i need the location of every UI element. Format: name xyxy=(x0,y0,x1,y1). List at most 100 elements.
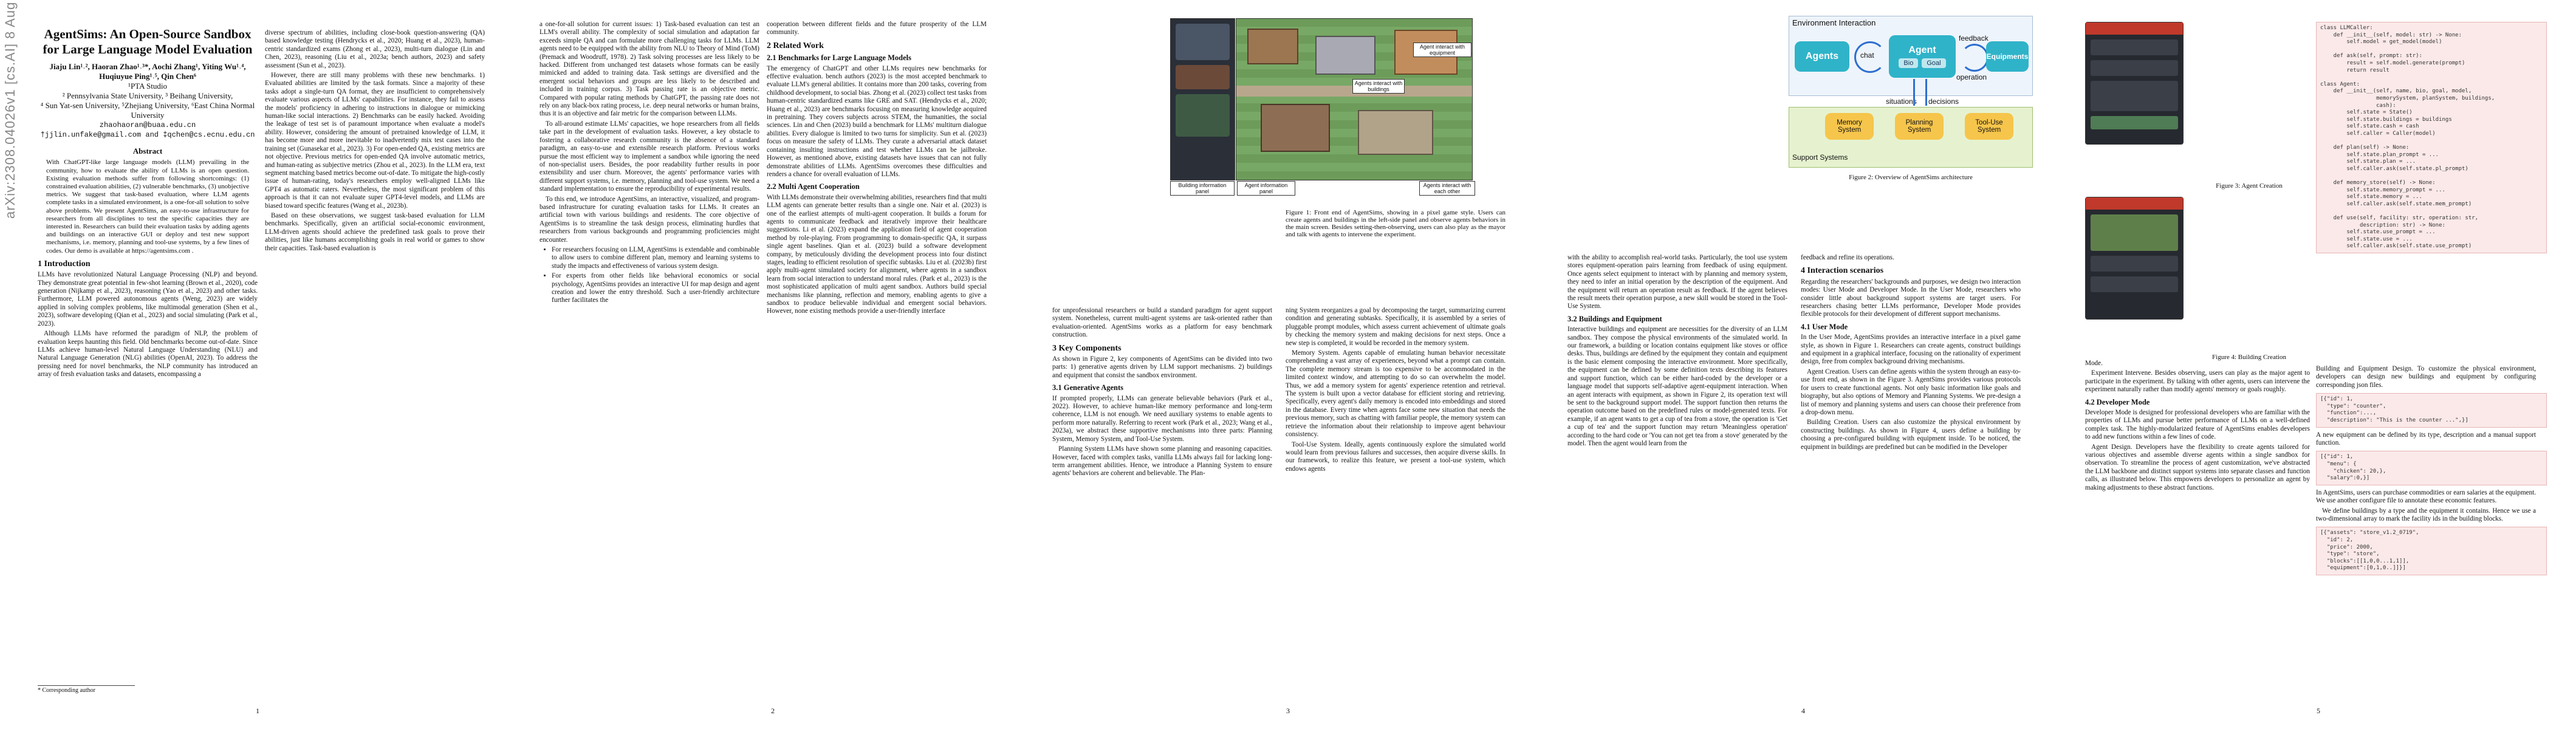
figure-1-caption: Figure 1: Front end of AgentSims, showin… xyxy=(1286,209,1506,238)
p2-col1-paragraph-2: To all-around estimate LLMs' capacities,… xyxy=(540,120,759,193)
affiliation-email-1: zhaohaoran@buaa.edu.cn xyxy=(99,121,196,129)
buildings-heading: 3.2 Buildings and Equipment xyxy=(1567,314,1662,323)
code-line: "equipment":[0,1,0..]]}] xyxy=(2320,565,2406,572)
code-line: self.state.use = ... xyxy=(2320,236,2413,242)
user-mode-heading: 4.1 User Mode xyxy=(1801,322,1848,331)
code-line: "id": 2, xyxy=(2320,537,2354,543)
page-number: 3 xyxy=(1286,707,1290,715)
benchmarks-heading: 2.1 Benchmarks for Large Language Models xyxy=(767,53,911,63)
p4-col2-paragraph-2: Regarding the researchers' backgrounds a… xyxy=(1801,278,2021,318)
p5-col1-paragraph-4: Agent Design. Developers have the flexib… xyxy=(2085,443,2310,491)
developer-mode-heading: 4.2 Developer Mode xyxy=(2085,397,2150,406)
building-creation-screenshot xyxy=(2085,197,2184,320)
abstract-text: With ChatGPT-like large language models … xyxy=(46,159,249,255)
abstract-heading: Abstract xyxy=(132,146,163,156)
bio-chip: Bio xyxy=(1899,58,1919,68)
multi-agent-heading: 2.2 Multi Agent Cooperation xyxy=(767,182,860,191)
support-systems-label: Support Systems xyxy=(1792,153,1848,162)
p5-col1-paragraph-1: Mode. xyxy=(2085,360,2103,367)
code-line: "description": "This is the counter ..."… xyxy=(2320,417,2468,423)
page4-left-column: with the ability to accomplish real-worl… xyxy=(1567,254,1787,450)
contribution-list: For researchers focusing on LLM, AgentSi… xyxy=(546,246,759,305)
page-number: 1 xyxy=(256,707,259,715)
code-line: "chicken": 20,}, xyxy=(2320,468,2386,474)
economic-json-code: [{"id": 1, "menu": { "chicken": 20,}, "s… xyxy=(2316,451,2547,485)
code-line: "menu": { xyxy=(2320,461,2357,467)
page3-right-column: ning System reorganizes a goal by decomp… xyxy=(1286,307,1506,475)
code-line: "price": 2000, xyxy=(2320,544,2373,550)
affiliation-1: ¹PTA Studio xyxy=(128,81,167,91)
list-item: For experts from other fields like behav… xyxy=(552,272,759,305)
p2-col2-paragraph-1: cooperation between different fields and… xyxy=(767,21,987,36)
key-components-heading: 3 Key Components xyxy=(1052,343,1122,353)
page1-right-column: diverse spectrum of abilities, including… xyxy=(265,29,485,255)
related-work-heading: 2 Related Work xyxy=(767,41,824,50)
p4-col2-paragraph-3: In the User Mode, AgentSims provides an … xyxy=(1801,334,2021,366)
page-4: Environment Interaction Agents chat Agen… xyxy=(1546,0,2061,729)
agent-creation-screenshot xyxy=(2085,22,2184,145)
goal-chip: Goal xyxy=(1922,58,1946,68)
code-line: def __init__(self, model: str) -> None: xyxy=(2320,32,2462,38)
code-line: description: str) -> None: xyxy=(2320,222,2445,228)
page-number: 5 xyxy=(2317,707,2320,715)
agent-label: Agent xyxy=(1908,45,1936,55)
p4-col2-paragraph-5: Building Creation. Users can also custom… xyxy=(1801,419,2021,451)
architecture-diagram: Environment Interaction Agents chat Agen… xyxy=(1789,16,2033,168)
generative-agents-heading: 3.1 Generative Agents xyxy=(1052,383,1123,392)
page1-left-column: AgentSims: An Open-Source Sandbox for La… xyxy=(38,27,258,381)
p4-col1-paragraph-1: with the ability to accomplish real-worl… xyxy=(1567,254,1787,310)
p5-col1-paragraph-3: Developer Mode is designed for professio… xyxy=(2085,409,2310,441)
p5-col1-paragraph-2: Experiment Intervene. Besides observing,… xyxy=(2085,369,2310,394)
callout-interact-each-other: Agents interact with each other xyxy=(1419,181,1475,196)
code-line: self.state.cash = cash xyxy=(2320,123,2419,130)
paper-title: AgentSims: An Open-Source Sandbox for La… xyxy=(43,27,253,56)
page-1: arXiv:2308.04026v1 [cs.AI] 8 Aug 2023 Ag… xyxy=(0,0,515,729)
authors-line-2: Huqiuyue Ping¹˒⁵, Qin Chen⁶ xyxy=(99,72,196,81)
decisions-label: decisions xyxy=(1928,97,1959,106)
page-3: Building information panel Agent informa… xyxy=(1030,0,1546,729)
authors-line-1: Jiaju Lin¹˒², Haoran Zhao¹˒³*, Aochi Zha… xyxy=(49,62,246,71)
left-panel-screenshot xyxy=(1170,18,1235,180)
code-line: self.state = State() xyxy=(2320,109,2413,116)
p5-col2-text-3: In AgentSims, users can purchase commodi… xyxy=(2316,489,2536,524)
code-line: "type": "store", xyxy=(2320,551,2380,558)
p4-col2-paragraph-1: feedback and refine its operations. xyxy=(1801,254,1894,261)
p3-col2-paragraph-2: Memory System. Agents capable of emulati… xyxy=(1286,349,1506,439)
callout-building-info: Building information panel xyxy=(1170,181,1235,196)
p5-col2-paragraph-4: We define buildings by a type and the eq… xyxy=(2316,507,2536,522)
page-5: Figure 3: Agent Creation Figure 4: Build… xyxy=(2061,0,2576,729)
p2-col2-paragraph-2: The emergency of ChatGPT and other LLMs … xyxy=(767,64,987,178)
callout-agent-info: Agent information panel xyxy=(1237,181,1295,196)
affiliation-2: ² Pennsylvania State University, ³ Beiha… xyxy=(62,91,233,100)
page3-left-column: for unprofessional researchers or build … xyxy=(1052,307,1272,480)
situations-label: situations xyxy=(1886,97,1917,106)
figure-1: Building information panel Agent informa… xyxy=(1170,18,1475,200)
intro-heading: 1 Introduction xyxy=(38,259,91,269)
planning-system-box: Planning System xyxy=(1895,113,1944,140)
code-line: self.caller = Caller(model) xyxy=(2320,130,2436,137)
code-line: self.state.memory = ... xyxy=(2320,194,2422,200)
p5-col2-paragraph-3: In AgentSims, users can purchase commodi… xyxy=(2316,488,2536,505)
p4-col1-paragraph-2: Interactive buildings and equipment are … xyxy=(1567,326,1787,447)
p5-col2-text: Building and Equipment Design. To custom… xyxy=(2316,365,2536,389)
code-line: cash): xyxy=(2320,102,2396,109)
p2-col2-paragraph-3: With LLMs demonstrate their overwhelming… xyxy=(767,193,987,315)
feedback-label: feedback xyxy=(1959,34,1989,43)
p3-col2-paragraph-1: ning System reorganizes a goal by decomp… xyxy=(1286,307,1506,347)
code-line: self.state.buildings = buildings xyxy=(2320,116,2452,123)
code-line: self.state.use_prompt = ... xyxy=(2320,229,2436,236)
code-line: "salary":0,}] xyxy=(2320,475,2370,482)
page-2: a one-for-all solution for current issue… xyxy=(515,0,1030,729)
code-line: self.caller.ask(self.state.pl_prompt) xyxy=(2320,165,2468,172)
p3-col1-paragraph-4: Planning System LLMs have shown some pla… xyxy=(1052,445,1272,477)
p5-col2-text-2: A new equipment can be defined by its ty… xyxy=(2316,431,2536,448)
p3-col2-paragraph-3: Tool-Use System. Ideally, agents continu… xyxy=(1286,440,1506,473)
chat-cycle-icon xyxy=(1854,41,1886,73)
equipment-json-code: [{"id": 1, "type": "counter", "function"… xyxy=(2316,393,2547,428)
code-line: def __init__(self, name, bio, goal, mode… xyxy=(2320,88,2472,95)
decisions-arrow xyxy=(1925,79,1927,106)
